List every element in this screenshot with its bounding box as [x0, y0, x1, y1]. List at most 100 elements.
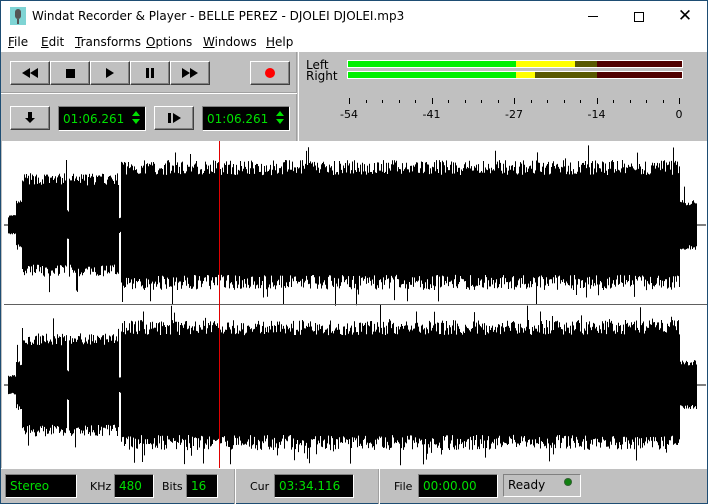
scale-tick	[580, 100, 581, 103]
menu-edit[interactable]: Edit	[41, 35, 64, 49]
menu-help-label: elp	[275, 35, 294, 49]
scale-tick	[662, 100, 664, 103]
waveform-view[interactable]	[2, 141, 707, 468]
file-time-value: 00:00.00	[423, 479, 477, 493]
close-button[interactable]: ✕	[662, 1, 708, 32]
menu-options-label: ptions	[155, 35, 193, 49]
status-text: Ready	[508, 478, 546, 492]
down-arrow-icon	[25, 112, 35, 124]
left-channel-waveform	[4, 145, 706, 306]
peak-hold-segment	[534, 72, 597, 78]
channels-display: Stereo	[5, 474, 77, 498]
play-from-mark-button[interactable]	[154, 106, 194, 130]
toolbar: 01:06.261 01:06.261 Left Right -54 -41 -27…	[1, 52, 707, 141]
scale-tick	[679, 98, 680, 104]
microphone-icon	[10, 7, 26, 25]
record-button[interactable]	[250, 61, 290, 85]
status-divider	[234, 469, 236, 504]
peak-hold-segment	[575, 61, 597, 67]
maximize-button[interactable]	[616, 1, 662, 32]
file-time-display: 00:00.00	[418, 474, 498, 498]
level-meter-panel: Left Right -54 -41 -27 -14 0	[298, 52, 707, 141]
khz-label: KHz	[90, 480, 112, 493]
menu-transforms[interactable]: Transforms	[75, 35, 141, 49]
khz-display: 480	[114, 474, 154, 498]
green-level-segment	[348, 61, 516, 67]
fast-forward-button[interactable]	[170, 61, 210, 85]
menu-file[interactable]: File	[8, 35, 28, 49]
start-time-value: 01:06.261	[63, 111, 125, 126]
menu-help-accel: H	[266, 35, 276, 49]
scale-tick	[431, 98, 433, 104]
fast-forward-icon	[182, 68, 198, 78]
rewind-icon	[22, 68, 38, 78]
scale-label: -27	[505, 108, 523, 121]
rewind-button[interactable]	[10, 61, 50, 85]
status-indicator: Ready	[503, 474, 581, 497]
playback-cursor[interactable]	[219, 141, 220, 468]
status-bar: Stereo KHz 480 Bits 16 Cur 03:34.116 Fil…	[1, 468, 707, 504]
current-time-display: 03:34.116	[274, 474, 354, 498]
cur-label: Cur	[250, 480, 270, 493]
status-led-icon	[565, 479, 571, 485]
scale-tick	[596, 98, 598, 104]
menu-options[interactable]: Options	[146, 35, 192, 49]
scale-label: 0	[675, 108, 683, 121]
scale-tick	[629, 100, 631, 103]
scale-tick	[530, 100, 532, 103]
scale-tick	[613, 100, 614, 103]
scale-tick	[563, 100, 565, 103]
maximize-icon	[634, 11, 644, 22]
right-channel-waveform	[4, 304, 706, 466]
app-window: Windat Recorder & Player - BELLE PEREZ -…	[0, 0, 708, 504]
green-level-segment	[348, 72, 516, 78]
scale-tick	[497, 100, 499, 103]
file-label: File	[394, 480, 413, 493]
scale-label: -14	[587, 108, 606, 121]
scale-tick	[382, 100, 383, 103]
menu-help[interactable]: Help	[266, 35, 293, 49]
stop-button[interactable]	[50, 61, 90, 85]
channels-value: Stereo	[10, 479, 50, 493]
menu-windows[interactable]: Windows	[203, 35, 257, 49]
scale-label: -54	[340, 108, 358, 121]
spin-updown-icon[interactable]	[276, 111, 284, 125]
yellow-level-segment	[516, 72, 535, 78]
play-button[interactable]	[90, 61, 130, 85]
right-level-bar	[347, 71, 683, 79]
scale-tick	[415, 100, 416, 103]
end-time-value: 01:06.261	[207, 111, 269, 126]
scale-label: -41	[422, 108, 441, 121]
right-channel-label: Right	[306, 69, 338, 83]
menu-windows-label: indows	[214, 35, 257, 49]
bits-display: 16	[186, 474, 218, 498]
scale-tick	[481, 100, 482, 103]
left-level-bar	[347, 60, 683, 68]
set-mark-button[interactable]	[10, 106, 50, 130]
menu-edit-label: dit	[48, 35, 65, 49]
spin-updown-icon[interactable]	[132, 111, 140, 125]
scale-tick	[349, 98, 350, 104]
khz-value: 480	[119, 479, 142, 493]
menu-transforms-label: ransforms	[80, 35, 141, 49]
scale-tick	[646, 100, 647, 103]
start-time-field[interactable]: 01:06.261	[58, 106, 146, 131]
end-time-field[interactable]: 01:06.261	[202, 106, 290, 131]
bits-label: Bits	[162, 480, 183, 493]
menu-windows-accel: W	[203, 35, 215, 49]
scale-tick	[547, 100, 548, 103]
window-title: Windat Recorder & Player - BELLE PEREZ -…	[32, 9, 405, 23]
yellow-level-segment	[516, 61, 576, 67]
scale-tick	[398, 100, 400, 103]
pause-button[interactable]	[130, 61, 170, 85]
play-icon	[106, 68, 114, 78]
status-divider	[378, 469, 380, 504]
minimize-icon	[588, 16, 598, 17]
pause-icon	[145, 68, 155, 78]
scale-tick	[448, 100, 449, 103]
menu-edit-accel: E	[41, 35, 49, 49]
toolbar-divider	[1, 92, 297, 94]
title-bar: Windat Recorder & Player - BELLE PEREZ -…	[1, 1, 707, 32]
bits-value: 16	[191, 479, 207, 493]
minimize-button[interactable]	[570, 1, 616, 32]
